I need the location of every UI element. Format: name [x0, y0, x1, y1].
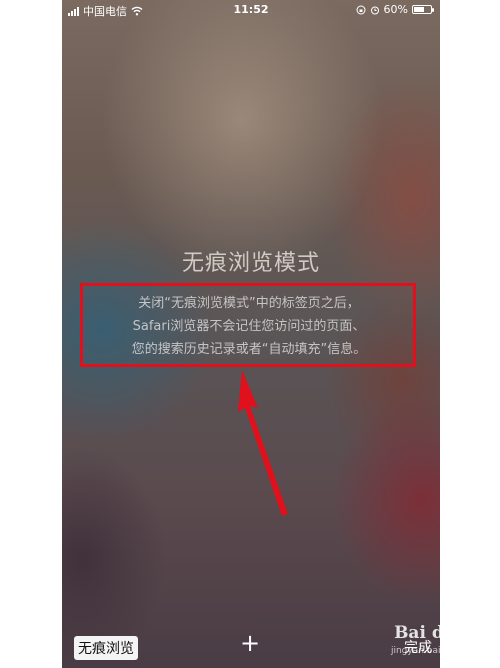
- description-line-2: Safari浏览器不会记住您访问过的页面、: [132, 319, 366, 334]
- description-line-3: 您的搜索历史记录或者“自动填充”信息。: [131, 342, 367, 357]
- phone-screen: 中国电信 11:52 60% 无痕浏览模式 关闭“无痕浏览模式”中的标签页之后，…: [62, 0, 440, 668]
- battery-icon: [412, 5, 434, 14]
- description-line-1: 关闭“无痕浏览模式”中的标签页之后，: [138, 296, 360, 311]
- private-mode-description: 关闭“无痕浏览模式”中的标签页之后， Safari浏览器不会记住您访问过的页面、…: [84, 292, 414, 361]
- rotation-lock-icon: [356, 5, 366, 14]
- add-tab-button[interactable]: +: [239, 631, 261, 655]
- alarm-icon: [370, 6, 379, 14]
- bottom-toolbar: 无痕浏览 + 完成: [62, 626, 440, 668]
- baidu-watermark: Bai du 经验: [394, 623, 496, 643]
- baidu-watermark-url: jingyan.baidu.com: [390, 646, 474, 656]
- arrow-annotation: [238, 370, 288, 516]
- status-bar: 中国电信 11:52 60%: [62, 0, 440, 20]
- battery-fill: [414, 7, 424, 12]
- private-mode-title: 无痕浏览模式: [181, 251, 320, 276]
- battery-percent: 60%: [383, 3, 408, 16]
- private-browsing-button[interactable]: 无痕浏览: [74, 636, 138, 660]
- status-right: 60%: [356, 3, 434, 16]
